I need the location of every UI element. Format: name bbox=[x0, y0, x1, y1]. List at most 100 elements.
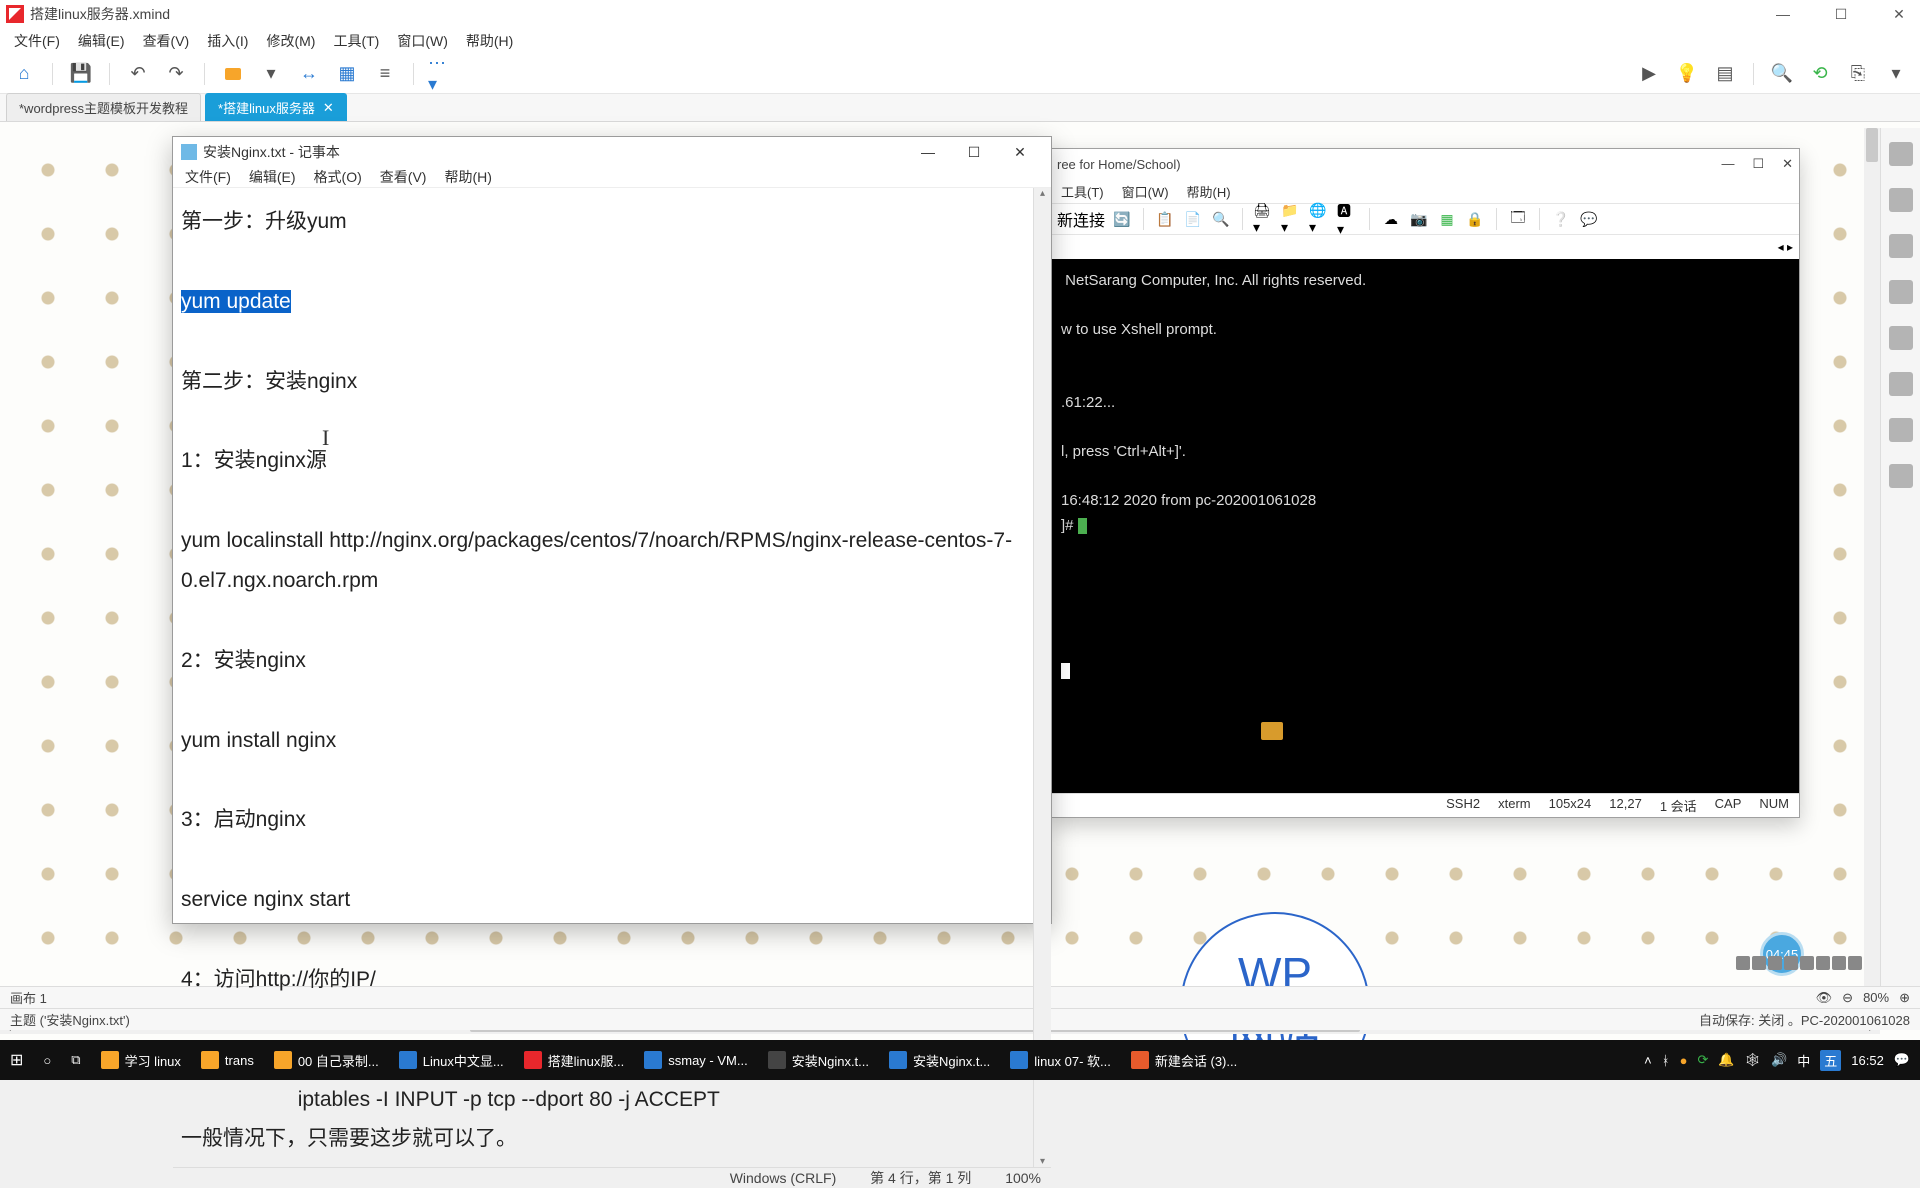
xshell-titlebar[interactable]: ree for Home/School) — ☐ ✕ bbox=[1051, 149, 1799, 179]
tab-linux-server[interactable]: *搭建linux服务器✕ bbox=[205, 93, 347, 121]
terminal-output[interactable]: NetSarang Computer, Inc. All rights rese… bbox=[1051, 259, 1799, 793]
maximize-button[interactable]: ☐ bbox=[951, 137, 997, 167]
menu-modify[interactable]: 修改(M) bbox=[266, 31, 315, 51]
menu-tools[interactable]: 工具(T) bbox=[333, 31, 379, 51]
menu-file[interactable]: 文件(F) bbox=[14, 31, 60, 51]
search-icon[interactable]: 🔍 bbox=[1768, 60, 1796, 88]
zoom-out-icon[interactable]: ⊖ bbox=[1842, 990, 1853, 1006]
xshell-window[interactable]: ree for Home/School) — ☐ ✕ 工具(T) 窗口(W) 帮… bbox=[1050, 148, 1800, 818]
minimize-button[interactable]: — bbox=[905, 137, 951, 167]
menu-tools[interactable]: 工具(T) bbox=[1061, 182, 1104, 201]
panel-comments-icon[interactable] bbox=[1889, 372, 1913, 396]
save-icon[interactable]: 💾 bbox=[67, 60, 95, 88]
chat-icon[interactable]: 💬 bbox=[1578, 208, 1600, 230]
new-connection-label[interactable]: 新连接 bbox=[1057, 207, 1105, 231]
idea-icon[interactable]: 💡 bbox=[1673, 60, 1701, 88]
zoom-value[interactable]: 80% bbox=[1863, 990, 1889, 1005]
menu-help[interactable]: 帮助(H) bbox=[466, 31, 513, 51]
panel-more-icon[interactable] bbox=[1889, 464, 1913, 488]
zoom-in-icon[interactable]: ⊕ bbox=[1899, 990, 1910, 1006]
export-icon[interactable]: ⎘ bbox=[1844, 60, 1872, 88]
print-icon[interactable]: 🖨 ▾ bbox=[1253, 208, 1275, 230]
close-button[interactable]: ✕ bbox=[1782, 156, 1793, 172]
reconnect-icon[interactable]: 🔄 bbox=[1111, 208, 1133, 230]
gantt-icon[interactable]: ▤ bbox=[1711, 60, 1739, 88]
notifications-icon[interactable]: 💬 bbox=[1894, 1052, 1910, 1068]
task-item[interactable]: Linux中文显... bbox=[389, 1040, 514, 1080]
menu-insert[interactable]: 插入(I) bbox=[207, 31, 248, 51]
panel-marker-icon[interactable] bbox=[1889, 280, 1913, 304]
task-item[interactable]: 学习 linux bbox=[91, 1040, 191, 1080]
notepad-scrollbar[interactable] bbox=[1033, 188, 1051, 1167]
find-icon[interactable]: 🔍 bbox=[1210, 208, 1232, 230]
copy-icon[interactable]: 📋 bbox=[1154, 208, 1176, 230]
close-button[interactable]: ✕ bbox=[997, 137, 1043, 167]
task-item[interactable]: 新建会话 (3)... bbox=[1121, 1040, 1247, 1080]
summary-icon[interactable]: ≡ bbox=[371, 60, 399, 88]
task-item[interactable]: trans bbox=[191, 1040, 264, 1080]
home-icon[interactable]: ⌂ bbox=[10, 60, 38, 88]
panel-image-icon[interactable] bbox=[1889, 234, 1913, 258]
menu-format[interactable]: 格式(O) bbox=[314, 167, 362, 187]
vertical-scrollbar[interactable] bbox=[1864, 128, 1880, 1018]
menu-help[interactable]: 帮助(H) bbox=[1187, 182, 1231, 201]
task-item[interactable]: ssmay - VM... bbox=[634, 1040, 757, 1080]
window-icon[interactable]: 🗔 bbox=[1507, 208, 1529, 230]
menu-edit[interactable]: 编辑(E) bbox=[249, 167, 296, 187]
menu-window[interactable]: 窗口(W) bbox=[397, 31, 448, 51]
task-item[interactable]: 搭建linux服... bbox=[514, 1040, 635, 1080]
close-button[interactable]: ✕ bbox=[1884, 6, 1914, 23]
task-item[interactable]: linux 07- 软... bbox=[1000, 1040, 1121, 1080]
more-icon[interactable]: ⋯ ▾ bbox=[428, 60, 456, 88]
ime-icon[interactable]: 中 bbox=[1797, 1051, 1810, 1070]
tab-close-icon[interactable]: ✕ bbox=[323, 100, 334, 116]
menu-edit[interactable]: 编辑(E) bbox=[78, 31, 125, 51]
panel-format-icon[interactable] bbox=[1889, 188, 1913, 212]
menu-window[interactable]: 窗口(W) bbox=[1122, 182, 1169, 201]
font-icon[interactable]: 🅰 ▾ bbox=[1337, 208, 1359, 230]
clock[interactable]: 16:52 bbox=[1851, 1053, 1884, 1068]
present-icon[interactable]: ▶ bbox=[1635, 60, 1663, 88]
taskview-icon[interactable]: ⧉ bbox=[61, 1040, 90, 1080]
xmind-titlebar[interactable]: 搭建linux服务器.xmind — ☐ ✕ bbox=[0, 0, 1920, 28]
lock-icon[interactable]: 🔒 bbox=[1464, 208, 1486, 230]
keyboard-icon[interactable]: 五 bbox=[1820, 1050, 1841, 1071]
bluetooth-icon[interactable]: ᚼ bbox=[1662, 1053, 1670, 1068]
notepad-titlebar[interactable]: 安装Nginx.txt - 记事本 — ☐ ✕ bbox=[173, 137, 1051, 167]
maximize-button[interactable]: ☐ bbox=[1826, 6, 1856, 23]
menu-file[interactable]: 文件(F) bbox=[185, 167, 231, 187]
relationship-icon[interactable]: ↔ bbox=[295, 60, 323, 88]
task-item[interactable]: 00 自己录制... bbox=[264, 1040, 389, 1080]
start-button[interactable]: ⊞ bbox=[0, 1040, 33, 1080]
globe-icon[interactable]: 🌐 ▾ bbox=[1309, 208, 1331, 230]
chevron-down-icon[interactable]: ▾ bbox=[1882, 60, 1910, 88]
panel-task-icon[interactable] bbox=[1889, 418, 1913, 442]
notepad-window[interactable]: 安装Nginx.txt - 记事本 — ☐ ✕ 文件(F) 编辑(E) 格式(O… bbox=[172, 136, 1052, 924]
help-icon[interactable]: ❔ bbox=[1550, 208, 1572, 230]
task-item[interactable]: 安装Nginx.t... bbox=[758, 1040, 879, 1080]
menu-help[interactable]: 帮助(H) bbox=[444, 167, 491, 187]
menu-view[interactable]: 查看(V) bbox=[380, 167, 427, 187]
onedrive-icon[interactable]: ● bbox=[1680, 1053, 1688, 1068]
task-item[interactable]: 安装Nginx.t... bbox=[879, 1040, 1000, 1080]
paste-icon[interactable]: 📄 bbox=[1182, 208, 1204, 230]
maximize-button[interactable]: ☐ bbox=[1752, 156, 1764, 172]
boundary-icon[interactable]: ▦ bbox=[333, 60, 361, 88]
grid-icon[interactable]: ▦ bbox=[1436, 208, 1458, 230]
cloud-icon[interactable]: ☁ bbox=[1380, 208, 1402, 230]
menu-view[interactable]: 查看(V) bbox=[143, 31, 190, 51]
undo-icon[interactable]: ↶ bbox=[124, 60, 152, 88]
xshell-sessiontabs[interactable]: ◂ ▸ bbox=[1051, 235, 1799, 259]
folder-icon[interactable]: 📁 ▾ bbox=[1281, 208, 1303, 230]
share-icon[interactable]: ⟲ bbox=[1806, 60, 1834, 88]
panel-outline-icon[interactable] bbox=[1889, 142, 1913, 166]
subtopic-icon[interactable]: ▾ bbox=[257, 60, 285, 88]
tray-up-icon[interactable]: ˄ bbox=[1644, 1053, 1652, 1068]
redo-icon[interactable]: ↷ bbox=[162, 60, 190, 88]
capture-icon[interactable]: 📷 bbox=[1408, 208, 1430, 230]
bell-icon[interactable]: 🔔 bbox=[1718, 1052, 1734, 1068]
tab-wordpress[interactable]: *wordpress主题模板开发教程 bbox=[6, 93, 201, 121]
notepad-textarea[interactable]: 第一步：升级yum yum update 第二步：安装nginx 1：安装ngi… bbox=[173, 188, 1033, 1167]
volume-icon[interactable]: 🔊 bbox=[1771, 1052, 1787, 1068]
panel-notes-icon[interactable] bbox=[1889, 326, 1913, 350]
